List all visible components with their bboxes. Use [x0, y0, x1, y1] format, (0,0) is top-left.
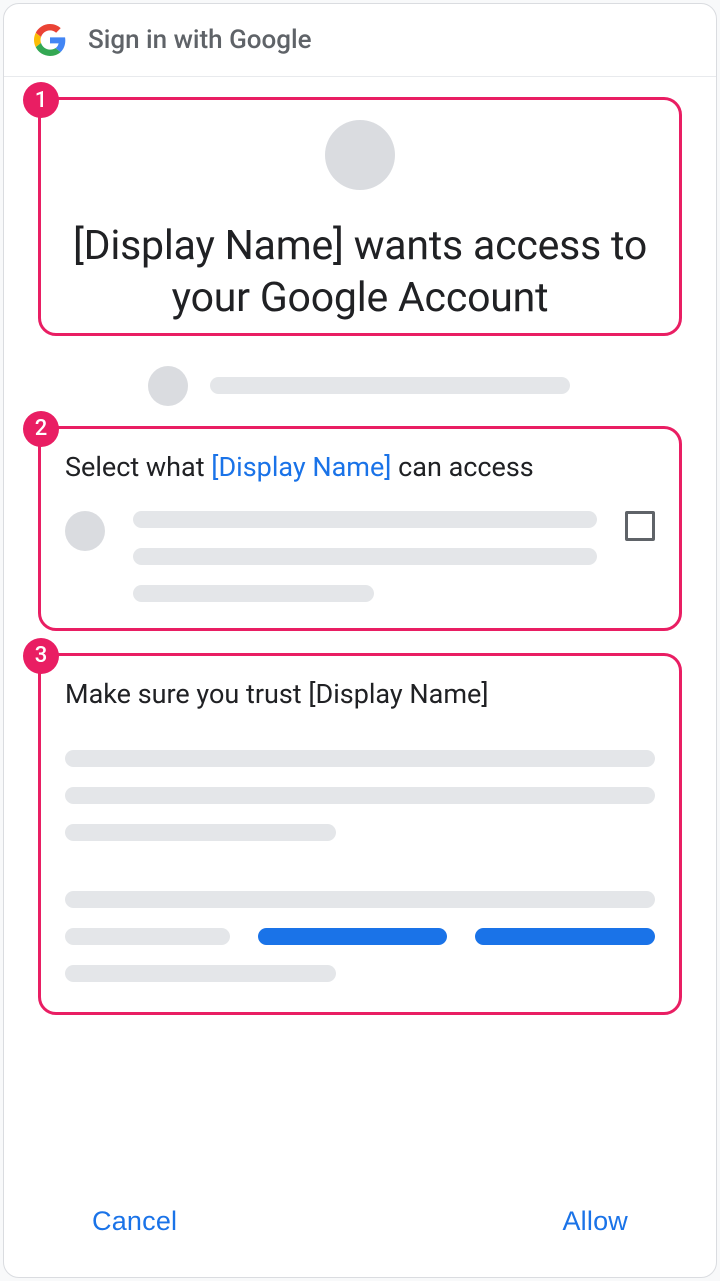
trust-link-placeholder-2[interactable] — [475, 928, 655, 945]
trust-body-placeholder — [65, 750, 655, 982]
scope-item — [65, 511, 655, 602]
consent-dialog: Sign in with Google 1 [Display Name] wan… — [3, 3, 717, 1278]
account-chip[interactable] — [38, 358, 682, 426]
section-scopes: 2 Select what [Display Name] can access — [38, 426, 682, 631]
scopes-title-app-link[interactable]: [Display Name] — [211, 451, 391, 483]
account-email-placeholder — [210, 377, 570, 394]
scope-icon-placeholder — [65, 511, 105, 551]
trust-link-placeholder-1[interactable] — [258, 928, 447, 945]
trust-title: Make sure you trust [Display Name] — [65, 678, 655, 710]
app-avatar-placeholder — [325, 120, 395, 190]
annotation-badge-3: 3 — [23, 638, 59, 674]
dialog-header-title: Sign in with Google — [88, 25, 312, 55]
dialog-content: 1 [Display Name] wants access to your Go… — [4, 77, 716, 1194]
scopes-title-pre: Select what — [65, 451, 211, 483]
section-app-identity: 1 [Display Name] wants access to your Go… — [38, 97, 682, 336]
section-trust: 3 Make sure you trust [Display Name] — [38, 653, 682, 1015]
allow-button[interactable]: Allow — [562, 1206, 628, 1237]
consent-main-title: [Display Name] wants access to your Goog… — [51, 220, 669, 325]
account-avatar-placeholder — [148, 366, 188, 406]
google-logo-icon — [34, 24, 66, 56]
scope-checkbox[interactable] — [625, 511, 655, 541]
annotation-badge-1: 1 — [23, 82, 59, 118]
dialog-header: Sign in with Google — [4, 4, 716, 77]
annotation-badge-2: 2 — [23, 411, 59, 447]
dialog-footer: Cancel Allow — [4, 1194, 716, 1277]
scopes-title: Select what [Display Name] can access — [65, 451, 655, 483]
scopes-title-post: can access — [391, 451, 533, 483]
cancel-button[interactable]: Cancel — [92, 1206, 177, 1237]
scope-description-placeholder — [133, 511, 597, 602]
